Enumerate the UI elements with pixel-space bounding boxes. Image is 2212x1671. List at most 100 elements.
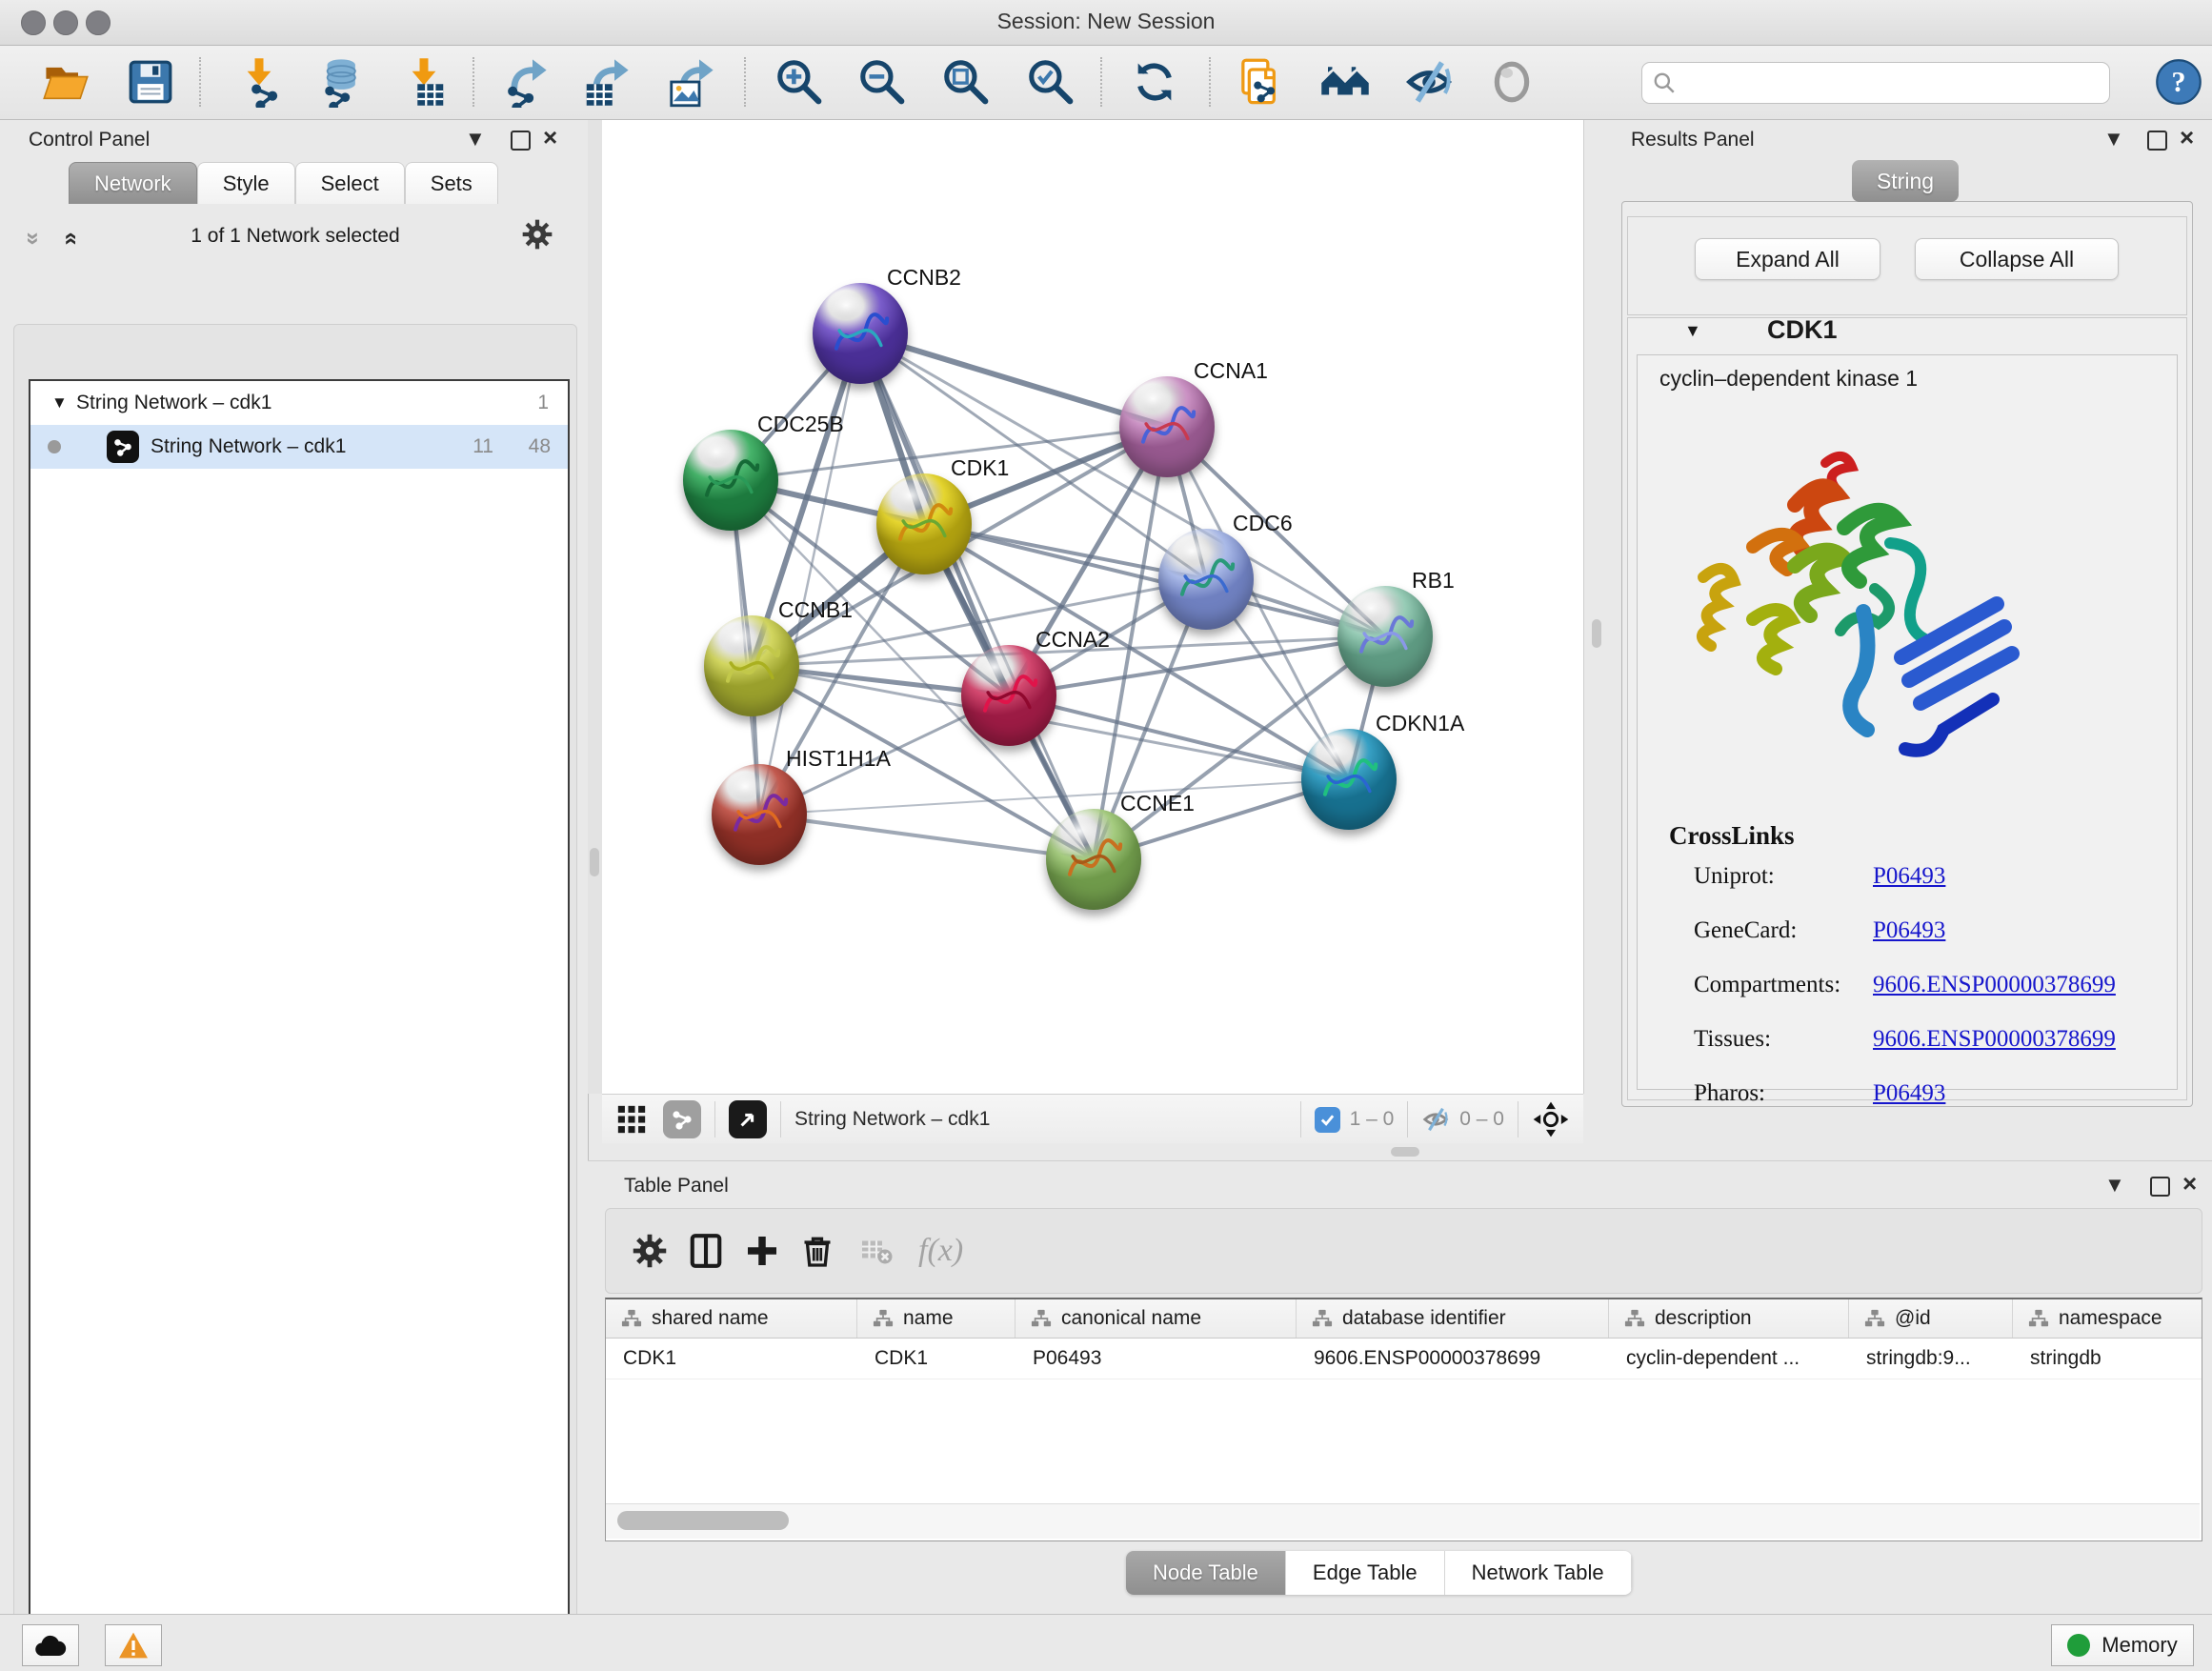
panel-collapse-icon[interactable]: ▼: [2103, 130, 2124, 149]
node-cdc25b[interactable]: [683, 430, 778, 531]
birds-eye-view-icon[interactable]: [729, 1100, 767, 1138]
panel-float-icon[interactable]: [2147, 131, 2167, 151]
node-rb1[interactable]: [1337, 586, 1433, 687]
node-ccnb2[interactable]: [813, 283, 908, 384]
network-row[interactable]: String Network – cdk1 11 48: [30, 425, 568, 469]
node-ccna1[interactable]: [1119, 376, 1215, 477]
tab-sets[interactable]: Sets: [405, 162, 498, 204]
export-image-icon[interactable]: [663, 54, 718, 110]
zoom-selected-icon[interactable]: [1023, 54, 1078, 110]
import-database-icon[interactable]: [312, 54, 367, 110]
hide-selected-icon[interactable]: [1401, 54, 1457, 110]
column-header-description[interactable]: description: [1609, 1299, 1849, 1338]
help-icon[interactable]: ?: [2151, 54, 2206, 110]
crosslink-pharoslink[interactable]: P06493: [1873, 1080, 1945, 1107]
scrollbar-thumb[interactable]: [617, 1511, 789, 1530]
panel-close-icon[interactable]: ×: [2180, 128, 2194, 147]
network-collection-row[interactable]: ▼ String Network – cdk1 1: [30, 381, 568, 425]
zoom-in-icon[interactable]: [772, 54, 827, 110]
tab-network[interactable]: Network: [69, 162, 197, 204]
fit-content-crosshair-icon[interactable]: [1532, 1100, 1570, 1138]
left-splitter[interactable]: [588, 120, 602, 1094]
export-table-icon[interactable]: [578, 54, 633, 110]
tab-edge-table[interactable]: Edge Table: [1286, 1551, 1445, 1595]
panel-close-icon[interactable]: ×: [2182, 1174, 2197, 1193]
crosslink-compartmentslink[interactable]: 9606.ENSP00000378699: [1873, 972, 2116, 998]
splitter-handle[interactable]: [590, 848, 599, 876]
table-horizontal-scrollbar[interactable]: [606, 1503, 2200, 1539]
search-box[interactable]: [1641, 62, 2110, 104]
crosslink-genecardlink[interactable]: P06493: [1873, 917, 1945, 944]
open-session-icon[interactable]: [38, 54, 93, 110]
column-header-shared-name[interactable]: shared name: [606, 1299, 857, 1338]
cell-namespace[interactable]: stringdb: [2013, 1339, 2202, 1379]
cell-canonical-name[interactable]: P06493: [1016, 1339, 1297, 1379]
column-header-canonical-name[interactable]: canonical name: [1016, 1299, 1297, 1338]
tab-node-table[interactable]: Node Table: [1126, 1551, 1286, 1595]
column-header-id[interactable]: @id: [1849, 1299, 2013, 1338]
node-hist1h1a[interactable]: [712, 764, 807, 865]
edge-ccnb2-hist1h1a[interactable]: [759, 333, 860, 815]
node-cdk1[interactable]: [876, 473, 972, 574]
tab-select[interactable]: Select: [295, 162, 405, 204]
import-network-icon[interactable]: [231, 54, 287, 110]
grid-view-icon[interactable]: [615, 1103, 648, 1136]
node-cdc6[interactable]: [1158, 529, 1254, 630]
crosslink-uniprotlink[interactable]: P06493: [1873, 863, 1945, 890]
import-table-icon[interactable]: [396, 54, 452, 110]
memory-button[interactable]: Memory: [2051, 1624, 2194, 1666]
tab-network-table[interactable]: Network Table: [1445, 1551, 1632, 1595]
tab-style[interactable]: Style: [197, 162, 295, 204]
node-ccna2[interactable]: [961, 645, 1056, 746]
panel-float-icon[interactable]: [511, 131, 531, 151]
tab-string-results[interactable]: String: [1852, 160, 1959, 202]
collection-expander-icon[interactable]: ▼: [51, 393, 76, 413]
selected-checkbox-icon[interactable]: [1315, 1107, 1340, 1133]
network-options-gear-icon[interactable]: [522, 219, 553, 250]
edge-hist1h1a-ccne1[interactable]: [759, 815, 1094, 859]
crosslink-tissueslink[interactable]: 9606.ENSP00000378699: [1873, 1026, 2116, 1053]
houses-icon[interactable]: [1317, 54, 1373, 110]
bottom-splitter[interactable]: [602, 1143, 1583, 1160]
column-header-database-identifier[interactable]: database identifier: [1297, 1299, 1609, 1338]
string-view-icon[interactable]: [663, 1100, 701, 1138]
right-splitter[interactable]: [1583, 120, 1609, 1094]
warnings-button[interactable]: [105, 1624, 162, 1666]
refresh-icon[interactable]: [1127, 54, 1182, 110]
cell-id[interactable]: stringdb:9...: [1849, 1339, 2013, 1379]
delete-column-icon[interactable]: [800, 1234, 835, 1268]
export-network-icon[interactable]: [496, 54, 552, 110]
column-header-name[interactable]: name: [857, 1299, 1016, 1338]
column-header-namespace[interactable]: namespace: [2013, 1299, 2202, 1338]
edge-ccnb2-ccne1[interactable]: [860, 333, 1094, 859]
splitter-handle[interactable]: [1391, 1147, 1419, 1157]
node-ccnb1[interactable]: [704, 615, 799, 716]
cell-database-identifier[interactable]: 9606.ENSP00000378699: [1297, 1339, 1609, 1379]
node-cdkn1a[interactable]: [1301, 729, 1397, 830]
copy-documents-icon[interactable]: [1230, 54, 1285, 110]
collapse-all-networks-icon[interactable]: »: [55, 232, 83, 246]
panel-collapse-icon[interactable]: ▼: [465, 130, 486, 149]
zoom-fit-icon[interactable]: [938, 54, 994, 110]
search-input[interactable]: [1677, 71, 2109, 95]
save-session-icon[interactable]: [123, 54, 178, 110]
cell-description[interactable]: cyclin-dependent ...: [1609, 1339, 1849, 1379]
columns-icon[interactable]: [688, 1233, 724, 1269]
cell-shared-name[interactable]: CDK1: [606, 1339, 857, 1379]
network-canvas[interactable]: CCNB2 CCNA1 CDC25B CDK1 CDC6 RB1 CCNB1 C…: [602, 120, 1583, 1094]
panel-float-icon[interactable]: [2150, 1177, 2170, 1197]
table-row[interactable]: CDK1CDK1P064939606.ENSP00000378699cyclin…: [606, 1339, 2202, 1379]
splitter-handle[interactable]: [1592, 619, 1601, 648]
collapse-all-button[interactable]: Collapse All: [1915, 238, 2119, 280]
panel-collapse-icon[interactable]: ▼: [2104, 1176, 2125, 1195]
cell-name[interactable]: CDK1: [857, 1339, 1016, 1379]
entry-expander-icon[interactable]: ▼: [1684, 321, 1701, 341]
expand-all-button[interactable]: Expand All: [1695, 238, 1880, 280]
show-all-icon[interactable]: [1484, 54, 1539, 110]
zoom-out-icon[interactable]: [855, 54, 910, 110]
cloud-button[interactable]: [22, 1624, 79, 1666]
add-column-icon[interactable]: [745, 1234, 779, 1268]
gear-icon[interactable]: [633, 1234, 667, 1268]
expand-all-networks-icon[interactable]: »: [19, 232, 47, 246]
node-ccne1[interactable]: [1046, 809, 1141, 910]
